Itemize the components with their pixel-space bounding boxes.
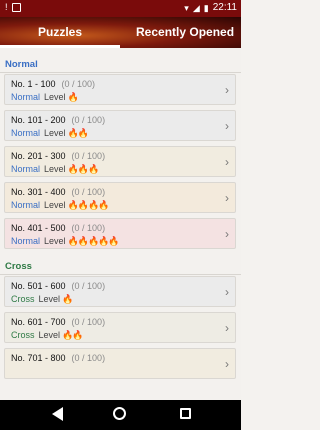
- puzzle-group-meta: Cross Level 🔥🔥: [11, 330, 83, 341]
- puzzle-group-601-700[interactable]: No. 601 - 700 (0 / 100) Cross Level 🔥🔥 ›: [4, 312, 236, 343]
- flame-icon: 🔥🔥🔥🔥: [67, 200, 110, 210]
- puzzle-group-201-300[interactable]: No. 201 - 300 (0 / 100) Normal Level 🔥🔥🔥 ›: [4, 146, 236, 177]
- level-label: Level: [44, 200, 66, 210]
- section-header-cross: Cross: [5, 261, 32, 272]
- level-label: Level: [44, 128, 66, 138]
- notification-icons: !: [5, 2, 21, 12]
- puzzle-progress: (0 / 100): [71, 223, 106, 233]
- home-icon[interactable]: [113, 407, 126, 420]
- puzzle-group-title: No. 301 - 400 (0 / 100): [11, 187, 106, 197]
- chevron-right-icon: ›: [225, 321, 229, 335]
- puzzle-group-meta: Normal Level 🔥🔥: [11, 128, 89, 139]
- category-label: Normal: [11, 236, 41, 246]
- battery-icon: ▮: [203, 2, 209, 13]
- puzzle-group-501-600[interactable]: No. 501 - 600 (0 / 100) Cross Level 🔥 ›: [4, 276, 236, 307]
- signal-icon: ◢: [192, 2, 200, 13]
- puzzle-group-meta: Normal Level 🔥: [11, 92, 79, 103]
- puzzle-group-401-500[interactable]: No. 401 - 500 (0 / 100) Normal Level 🔥🔥🔥🔥🔥 …: [4, 218, 236, 249]
- category-label: Normal: [11, 128, 41, 138]
- chevron-right-icon: ›: [225, 155, 229, 169]
- section-header-normal: Normal: [5, 59, 38, 70]
- clock: 22:11: [212, 2, 237, 13]
- level-label: Level: [44, 236, 66, 246]
- chevron-right-icon: ›: [225, 285, 229, 299]
- chevron-right-icon: ›: [225, 191, 229, 205]
- level-label: Level: [44, 164, 66, 174]
- puzzle-group-meta: Normal Level 🔥🔥🔥: [11, 164, 100, 175]
- system-icons: ▾ ◢ ▮ 22:11: [184, 2, 237, 13]
- chevron-right-icon: ›: [225, 83, 229, 97]
- exclamation-icon: !: [5, 2, 8, 12]
- puzzle-group-title: No. 201 - 300 (0 / 100): [11, 151, 106, 161]
- section-divider: [0, 72, 241, 73]
- recent-apps-icon[interactable]: [180, 408, 191, 419]
- category-label: Normal: [11, 92, 41, 102]
- chevron-right-icon: ›: [225, 119, 229, 133]
- level-label: Level: [38, 294, 61, 304]
- puzzle-progress: (0 / 100): [71, 115, 106, 125]
- puzzle-progress: (0 / 100): [71, 281, 106, 291]
- flame-icon: 🔥: [62, 294, 73, 304]
- chevron-right-icon: ›: [225, 357, 229, 371]
- flame-icon: 🔥🔥🔥: [67, 164, 100, 174]
- puzzle-group-title: No. 401 - 500 (0 / 100): [11, 223, 106, 233]
- puzzle-group-title: No. 1 - 100 (0 / 100): [11, 79, 96, 89]
- category-label: Normal: [11, 200, 41, 210]
- tab-bar: Puzzles Recently Opened: [0, 17, 241, 48]
- puzzle-group-title: No. 501 - 600 (0 / 100): [11, 281, 106, 291]
- status-bar: ! ▾ ◢ ▮ 22:11: [0, 0, 241, 17]
- category-label: Normal: [11, 164, 41, 174]
- section-divider: [0, 274, 241, 275]
- puzzle-progress: (0 / 100): [61, 79, 96, 89]
- puzzle-group-title: No. 601 - 700 (0 / 100): [11, 317, 106, 327]
- tab-recently-opened[interactable]: Recently Opened: [136, 25, 234, 39]
- flame-icon: 🔥🔥: [67, 128, 89, 138]
- chevron-right-icon: ›: [225, 227, 229, 241]
- flame-icon: 🔥: [67, 92, 79, 102]
- puzzle-group-301-400[interactable]: No. 301 - 400 (0 / 100) Normal Level 🔥🔥🔥🔥 ›: [4, 182, 236, 213]
- puzzle-progress: (0 / 100): [71, 317, 106, 327]
- puzzle-group-meta: Normal Level 🔥🔥🔥🔥: [11, 200, 110, 211]
- wifi-icon: ▾: [184, 2, 189, 13]
- puzzle-group-title: No. 101 - 200 (0 / 100): [11, 115, 106, 125]
- notification-square-icon: [11, 2, 21, 12]
- puzzle-group-701-800[interactable]: No. 701 - 800 (0 / 100) ›: [4, 348, 236, 379]
- puzzle-group-101-200[interactable]: No. 101 - 200 (0 / 100) Normal Level 🔥🔥 ›: [4, 110, 236, 141]
- flame-icon: 🔥🔥🔥🔥🔥: [67, 236, 120, 246]
- puzzle-progress: (0 / 100): [71, 353, 106, 363]
- puzzle-group-meta: Normal Level 🔥🔥🔥🔥🔥: [11, 236, 120, 247]
- level-label: Level: [38, 330, 61, 340]
- tab-puzzles[interactable]: Puzzles: [38, 25, 82, 39]
- category-label: Cross: [11, 330, 35, 340]
- puzzle-group-meta: Cross Level 🔥: [11, 294, 73, 305]
- puzzle-group-1-100[interactable]: No. 1 - 100 (0 / 100) Normal Level 🔥 ›: [4, 74, 236, 105]
- puzzle-group-title: No. 701 - 800 (0 / 100): [11, 353, 106, 363]
- flame-icon: 🔥🔥: [62, 330, 83, 340]
- puzzle-list: Normal No. 1 - 100 (0 / 100) Normal Level 🔥…: [0, 48, 241, 400]
- level-label: Level: [44, 92, 66, 102]
- navigation-bar: [0, 400, 241, 430]
- puzzle-progress: (0 / 100): [71, 151, 106, 161]
- category-label: Cross: [11, 294, 35, 304]
- puzzle-progress: (0 / 100): [71, 187, 106, 197]
- back-icon[interactable]: [52, 407, 63, 421]
